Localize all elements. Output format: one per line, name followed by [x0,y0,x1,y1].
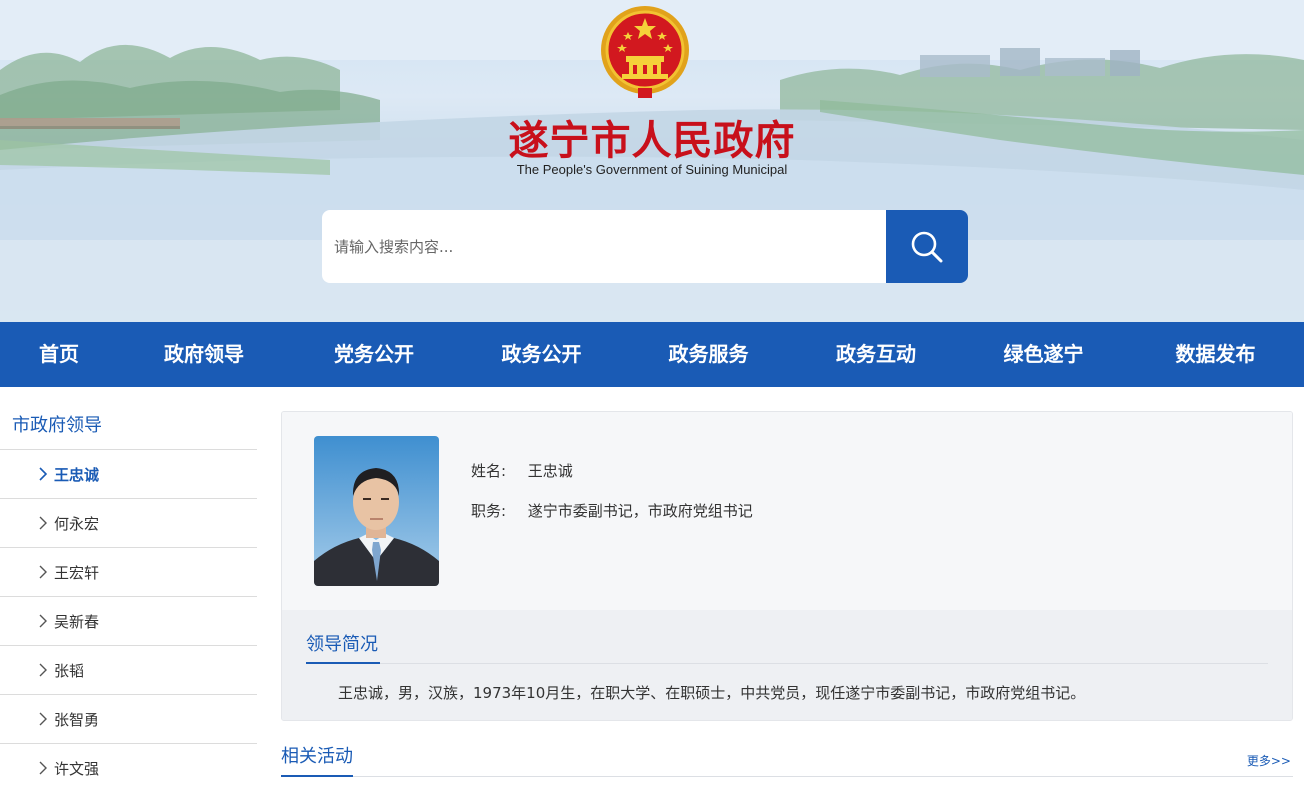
search-bar [322,210,968,283]
leader-profile-panel: 姓名: 王忠诚 职务: 遂宁市委副书记，市政府党组书记 领导简况 王忠诚，男，汉… [281,411,1293,721]
main-nav: 首页 政府领导 党务公开 政务公开 政务服务 政务互动 绿色遂宁 数据发布 [0,322,1304,387]
chevron-right-icon [39,614,47,628]
nav-item-government-services[interactable]: 政务服务 [625,322,792,387]
search-input[interactable] [322,210,886,283]
sidebar-item-leader[interactable]: 何永宏 [0,499,257,548]
nav-item-government-affairs[interactable]: 政务公开 [458,322,625,387]
profile-summary: 姓名: 王忠诚 职务: 遂宁市委副书记，市政府党组书记 [282,412,1292,610]
sidebar-item-label: 王忠诚 [54,465,100,484]
nav-item-home[interactable]: 首页 [0,322,118,387]
chevron-right-icon [39,712,47,726]
position-label: 职务: [471,502,507,520]
nav-item-green-suining[interactable]: 绿色遂宁 [960,322,1127,387]
sidebar-item-leader[interactable]: 王忠诚 [0,450,257,499]
brief-text: 王忠诚，男，汉族，1973年10月生，在职大学、在职硕士，中共党员，现任遂宁市委… [338,684,1086,702]
sidebar-item-label: 王宏轩 [54,563,100,582]
related-activities-header: 相关活动 更多>> [281,742,1293,777]
sidebar-item-leader[interactable]: 许文强 [0,744,257,790]
leader-position: 遂宁市委副书记，市政府党组书记 [527,502,753,520]
sidebar-item-label: 许文强 [54,759,100,778]
nav-item-data-release[interactable]: 数据发布 [1127,322,1304,387]
name-label: 姓名: [471,462,507,480]
sidebar-title: 市政府领导 [0,404,257,450]
national-emblem-icon [601,6,689,98]
leader-name: 王忠诚 [527,462,573,480]
search-icon [911,231,943,262]
more-link[interactable]: 更多>> [1247,752,1291,769]
chevron-right-icon [39,663,47,677]
search-button[interactable] [886,210,968,283]
chevron-right-icon [39,565,47,579]
leader-brief-section: 领导简况 王忠诚，男，汉族，1973年10月生，在职大学、在职硕士，中共党员，现… [282,610,1292,720]
site-title: 遂宁市人民政府 [508,118,796,164]
sidebar-item-label: 张韬 [54,661,85,680]
sidebar-item-label: 吴新春 [54,612,100,631]
nav-item-party-affairs[interactable]: 党务公开 [290,322,458,387]
sidebar-item-label: 何永宏 [54,514,100,533]
sidebar-item-label: 张智勇 [54,710,100,729]
chevron-right-icon [39,467,48,481]
related-activities-title: 相关活动 [281,742,353,777]
leader-sidebar: 市政府领导 王忠诚 何永宏 王宏轩 吴新春 张韬 张智勇 许文强 [0,404,257,790]
brief-header: 领导简况 [306,630,1268,664]
sidebar-item-leader[interactable]: 张韬 [0,646,257,695]
sidebar-item-leader[interactable]: 张智勇 [0,695,257,744]
site-subtitle: The People's Government of Suining Munic… [516,162,788,177]
sidebar-item-leader[interactable]: 吴新春 [0,597,257,646]
leader-portrait [314,436,439,586]
chevron-right-icon [39,516,47,530]
brief-title: 领导简况 [306,630,380,664]
chevron-right-icon [39,761,47,775]
site-header: 遂宁市人民政府 The People's Government of Suini… [0,0,1304,322]
sidebar-item-leader[interactable]: 王宏轩 [0,548,257,597]
profile-info: 姓名: 王忠诚 职务: 遂宁市委副书记，市政府党组书记 [471,460,753,540]
nav-item-government-leaders[interactable]: 政府领导 [118,322,290,387]
nav-item-interaction[interactable]: 政务互动 [792,322,960,387]
